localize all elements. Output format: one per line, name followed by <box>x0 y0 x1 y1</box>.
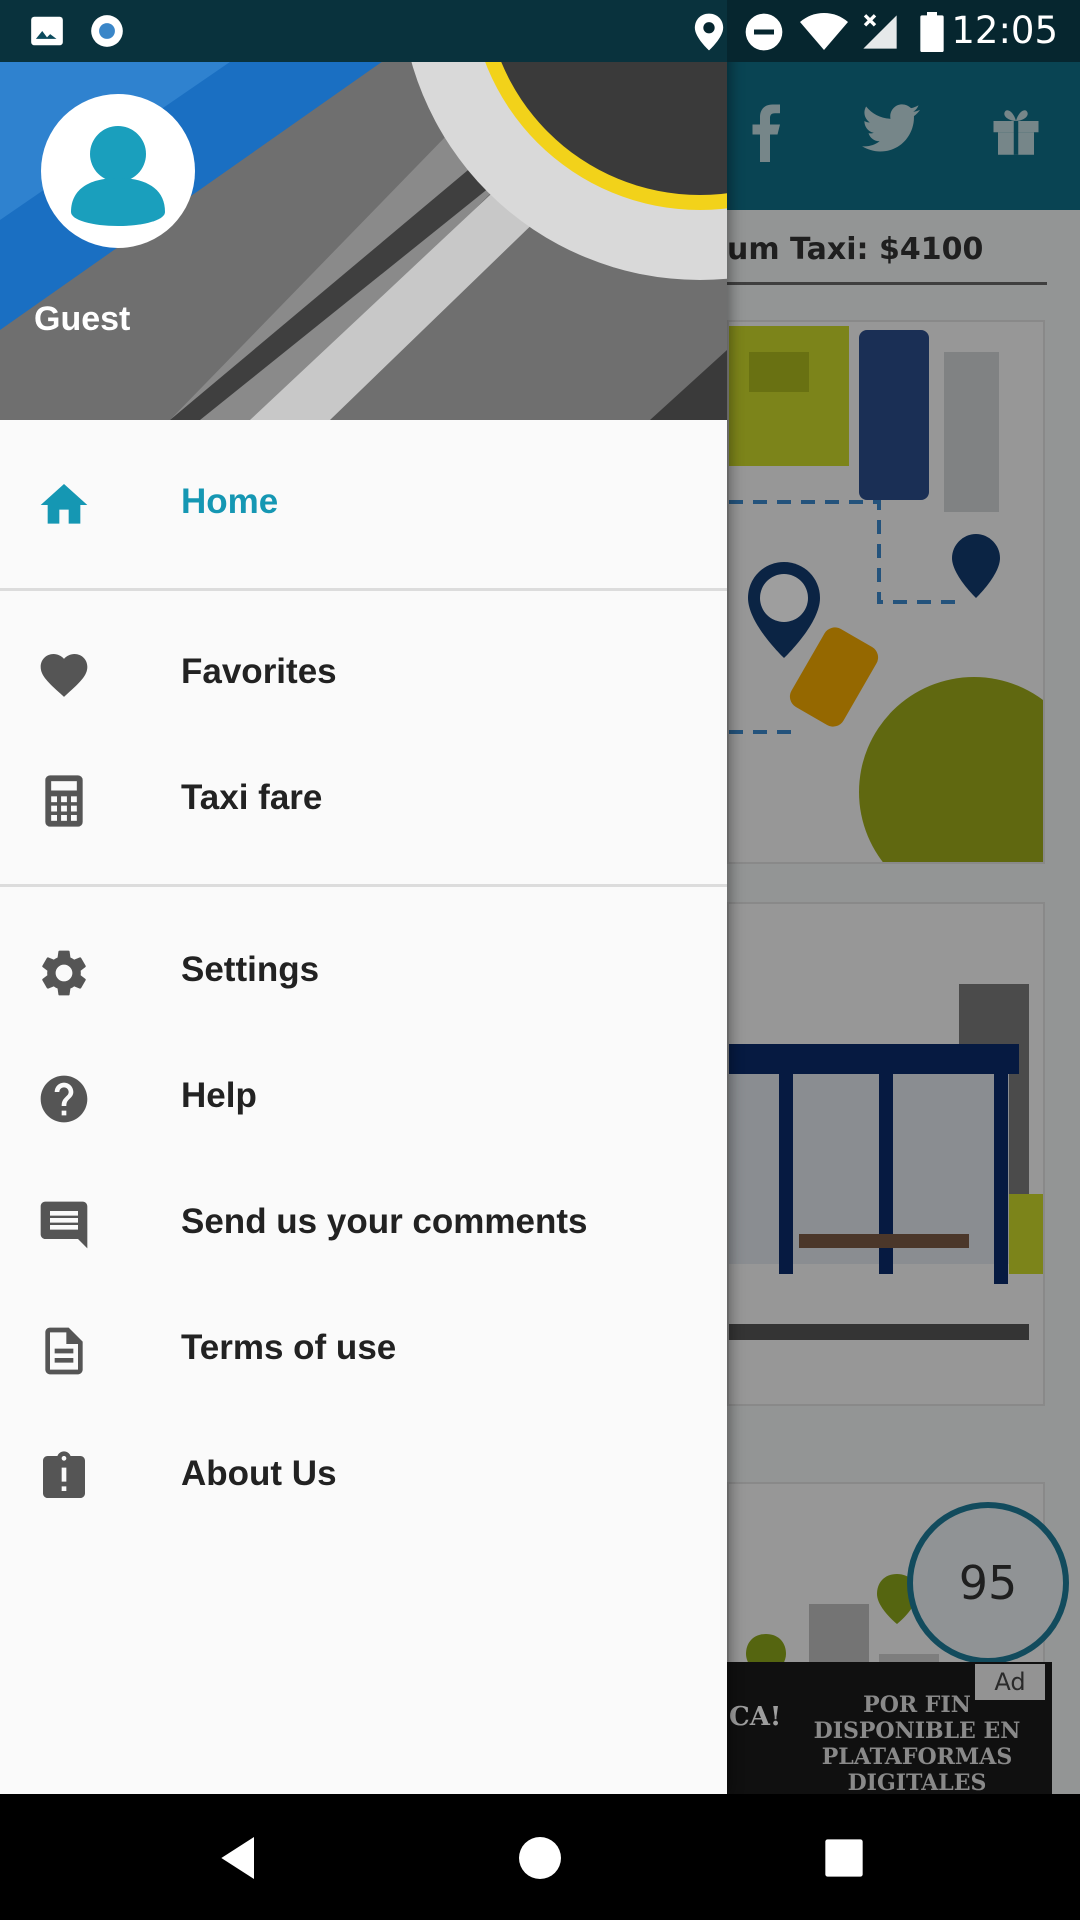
ad-choices-tag[interactable]: Ad <box>975 1664 1045 1700</box>
recents-icon[interactable] <box>816 1830 872 1886</box>
menu-item-taxi-fare[interactable]: Taxi fare <box>0 738 727 864</box>
menu-item-home[interactable]: Home <box>0 442 727 568</box>
location-pin-icon <box>694 13 724 51</box>
menu-item-label: Help <box>181 1076 257 1115</box>
menu-item-about-us[interactable]: About Us <box>0 1414 727 1540</box>
battery-icon <box>920 12 944 52</box>
navigation-drawer: Guest Home Favorites Taxi fare Settings … <box>0 0 727 1794</box>
help-icon <box>40 1075 88 1123</box>
menu-item-label: Settings <box>181 950 320 989</box>
back-icon[interactable] <box>212 1830 268 1886</box>
menu-item-settings[interactable]: Settings <box>0 910 727 1036</box>
divider <box>0 588 727 591</box>
heart-icon <box>40 654 88 697</box>
ad-banner[interactable]: CA! POR FIN DISPONIBLE EN PLATAFORMAS DI… <box>727 1662 1052 1794</box>
drawer-header: Guest <box>0 0 727 420</box>
map-illustration <box>729 322 1043 862</box>
menu-item-label: Send us your comments <box>181 1202 588 1241</box>
user-icon <box>71 126 165 226</box>
facebook-icon[interactable] <box>747 102 783 162</box>
ad-logo: CA! <box>729 1702 782 1732</box>
no-signal-icon <box>863 14 897 49</box>
gear-icon <box>42 950 86 996</box>
calculator-icon <box>45 775 83 827</box>
menu-item-label: Taxi fare <box>181 778 323 817</box>
do-not-disturb-icon <box>745 13 783 51</box>
menu-item-send-comments[interactable]: Send us your comments <box>0 1162 727 1288</box>
status-bar: 12:05 <box>0 0 1080 62</box>
menu-item-label: About Us <box>181 1454 337 1493</box>
menu-item-label: Home <box>181 482 279 521</box>
wifi-icon <box>800 13 848 50</box>
speed-indicator[interactable]: 95 <box>907 1502 1069 1664</box>
ad-text: POR FIN DISPONIBLE EN PLATAFORMAS DIGITA… <box>813 1692 1021 1794</box>
avatar[interactable] <box>41 94 195 248</box>
bus-stop-illustration-card[interactable] <box>727 902 1045 1406</box>
app-toolbar <box>727 62 1080 210</box>
user-name: Guest <box>34 300 131 338</box>
menu-item-help[interactable]: Help <box>0 1036 727 1162</box>
comment-icon <box>40 1201 88 1249</box>
system-nav-bar <box>0 1794 1080 1920</box>
document-icon <box>45 1327 83 1375</box>
record-icon <box>91 15 123 47</box>
status-time: 12:05 <box>951 9 1058 52</box>
menu-item-label: Favorites <box>181 652 337 691</box>
menu-item-label: Terms of use <box>181 1328 397 1367</box>
fare-estimate-text: um Taxi: $4100 <box>727 232 1047 285</box>
about-icon <box>43 1451 85 1498</box>
home-icon <box>40 484 88 524</box>
divider <box>0 884 727 887</box>
bus-stop-illustration <box>729 904 1043 1404</box>
home-button-icon[interactable] <box>512 1830 568 1886</box>
menu-item-terms[interactable]: Terms of use <box>0 1288 727 1414</box>
menu-item-favorites[interactable]: Favorites <box>0 612 727 738</box>
image-icon <box>31 16 63 46</box>
gift-icon[interactable] <box>989 102 1043 158</box>
twitter-icon[interactable] <box>862 102 920 154</box>
background-app: um Taxi: $4100 95 CA! POR FIN DISPONIBLE… <box>727 62 1080 1794</box>
map-illustration-card[interactable] <box>727 320 1045 864</box>
